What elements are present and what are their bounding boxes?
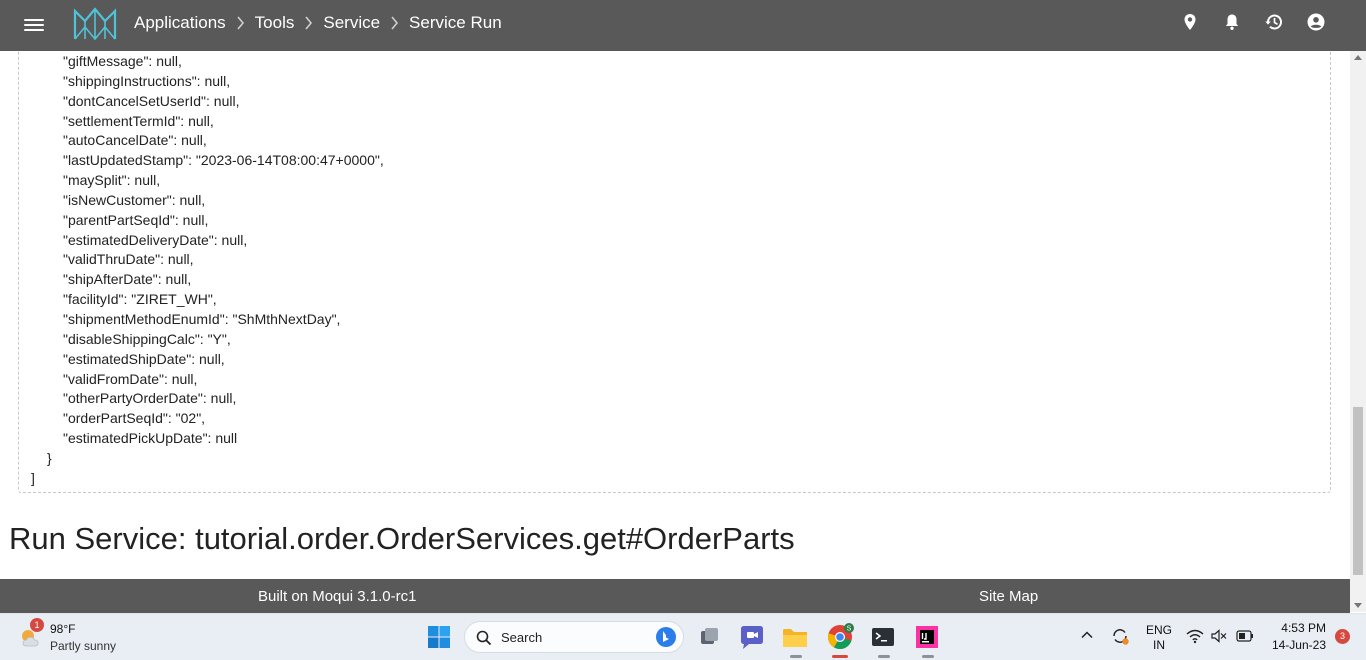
file-explorer-icon[interactable] (780, 622, 810, 652)
page-scrollbar[interactable] (1350, 51, 1366, 612)
chevron-up-icon[interactable] (1080, 628, 1094, 642)
app-bar: Applications Tools Service Service Run (0, 0, 1366, 51)
moqui-logo[interactable] (72, 5, 118, 43)
language-label: ENG (1146, 623, 1173, 637)
taskbar: 1 98°F Partly sunny Search S ENG IN 4:53… (0, 613, 1366, 660)
weather-condition: Partly sunny (50, 639, 117, 653)
chevron-right-icon (391, 16, 399, 30)
menu-icon[interactable] (24, 16, 44, 34)
breadcrumb-service[interactable]: Service (323, 13, 380, 33)
clock-time[interactable]: 4:53 PM (1281, 621, 1326, 635)
json-line: "estimatedPickUpDate": null (63, 430, 238, 447)
json-line: ] (31, 469, 35, 486)
windows-start-icon[interactable] (424, 622, 454, 652)
json-line: "settlementTermId": null, (63, 112, 214, 129)
bell-icon[interactable] (1222, 12, 1242, 32)
header-actions (1180, 12, 1326, 32)
json-line: "otherPartyOrderDate": null, (63, 390, 237, 407)
terminal-icon[interactable] (868, 622, 898, 652)
scroll-down-icon[interactable] (1354, 603, 1362, 608)
terminal-running-indicator (878, 655, 890, 658)
search-icon (476, 630, 492, 646)
chrome-profile-badge: S (847, 626, 852, 633)
json-line: "validThruDate": null, (63, 251, 194, 268)
page-footer: Built on Moqui 3.1.0-rc1 Site Map (0, 579, 1350, 613)
teams-chat-icon[interactable] (737, 622, 767, 652)
bing-icon[interactable] (655, 626, 677, 648)
breadcrumb-applications[interactable]: Applications (134, 13, 226, 33)
breadcrumb-tools[interactable]: Tools (255, 13, 295, 33)
json-line: "shippingInstructions": null, (63, 72, 231, 89)
json-line: "shipAfterDate": null, (63, 271, 192, 288)
account-icon[interactable] (1306, 12, 1326, 32)
chevron-right-icon (305, 16, 313, 30)
battery-icon[interactable] (1236, 629, 1254, 643)
intellij-icon[interactable] (912, 622, 942, 652)
chrome-active-indicator (832, 655, 848, 658)
json-line: "giftMessage": null, (63, 53, 182, 69)
chrome-icon[interactable]: S (825, 622, 855, 652)
json-line: "shipmentMethodEnumId": "ShMthNextDay", (63, 310, 341, 327)
history-icon[interactable] (1264, 12, 1284, 32)
site-map-link[interactable]: Site Map (979, 588, 1038, 605)
location-pin-icon[interactable] (1180, 12, 1200, 32)
notification-badge[interactable]: 3 (1335, 629, 1350, 644)
task-view-icon[interactable] (694, 622, 724, 652)
volume-muted-icon[interactable] (1211, 628, 1227, 644)
explorer-running-indicator (790, 655, 802, 658)
json-line: "lastUpdatedStamp": "2023-06-14T08:00:47… (63, 152, 384, 169)
weather-temperature: 98°F (50, 622, 76, 636)
json-line: "disableShippingCalc": "Y", (63, 330, 231, 347)
service-output-panel: "giftMessage": null, "shippingInstruction… (18, 51, 1331, 493)
chevron-right-icon (237, 16, 244, 30)
json-line: "parentPartSeqId": null, (63, 211, 209, 228)
json-line: "isNewCustomer": null, (63, 191, 206, 208)
run-service-title: Run Service: tutorial.order.OrderService… (9, 521, 795, 556)
breadcrumb-service-run[interactable]: Service Run (409, 13, 502, 33)
json-line: "dontCancelSetUserId": null, (63, 92, 240, 109)
json-line: "maySplit": null, (63, 172, 161, 189)
json-line: "autoCancelDate": null, (63, 132, 207, 149)
scroll-thumb[interactable] (1353, 407, 1363, 575)
wifi-icon[interactable] (1186, 628, 1204, 644)
language-indicator[interactable]: ENG IN (1146, 623, 1172, 653)
json-line: "estimatedDeliveryDate": null, (63, 231, 248, 248)
intellij-running-indicator (922, 655, 934, 658)
json-line: } (47, 449, 52, 466)
clock-date[interactable]: 14-Jun-23 (1272, 638, 1326, 652)
taskbar-search-box[interactable]: Search (464, 621, 684, 653)
json-line: "facilityId": "ZIRET_WH", (63, 291, 217, 308)
weather-alert-badge: 1 (30, 618, 44, 632)
search-label: Search (501, 630, 543, 645)
json-line: "estimatedShipDate": null, (63, 350, 225, 367)
region-label: IN (1153, 638, 1165, 652)
built-on-link[interactable]: Built on Moqui 3.1.0-rc1 (258, 588, 416, 605)
weather-widget[interactable]: 1 98°F Partly sunny (18, 618, 148, 656)
breadcrumb: Applications Tools Service Service Run (134, 13, 502, 33)
main-content: "giftMessage": null, "shippingInstruction… (0, 51, 1350, 579)
scroll-up-icon[interactable] (1354, 55, 1362, 60)
json-line: "orderPartSeqId": "02", (63, 410, 206, 427)
json-line: "validFromDate": null, (63, 370, 198, 387)
sync-icon[interactable] (1110, 626, 1130, 646)
json-output: "giftMessage": null, "shippingInstruction… (31, 52, 384, 489)
